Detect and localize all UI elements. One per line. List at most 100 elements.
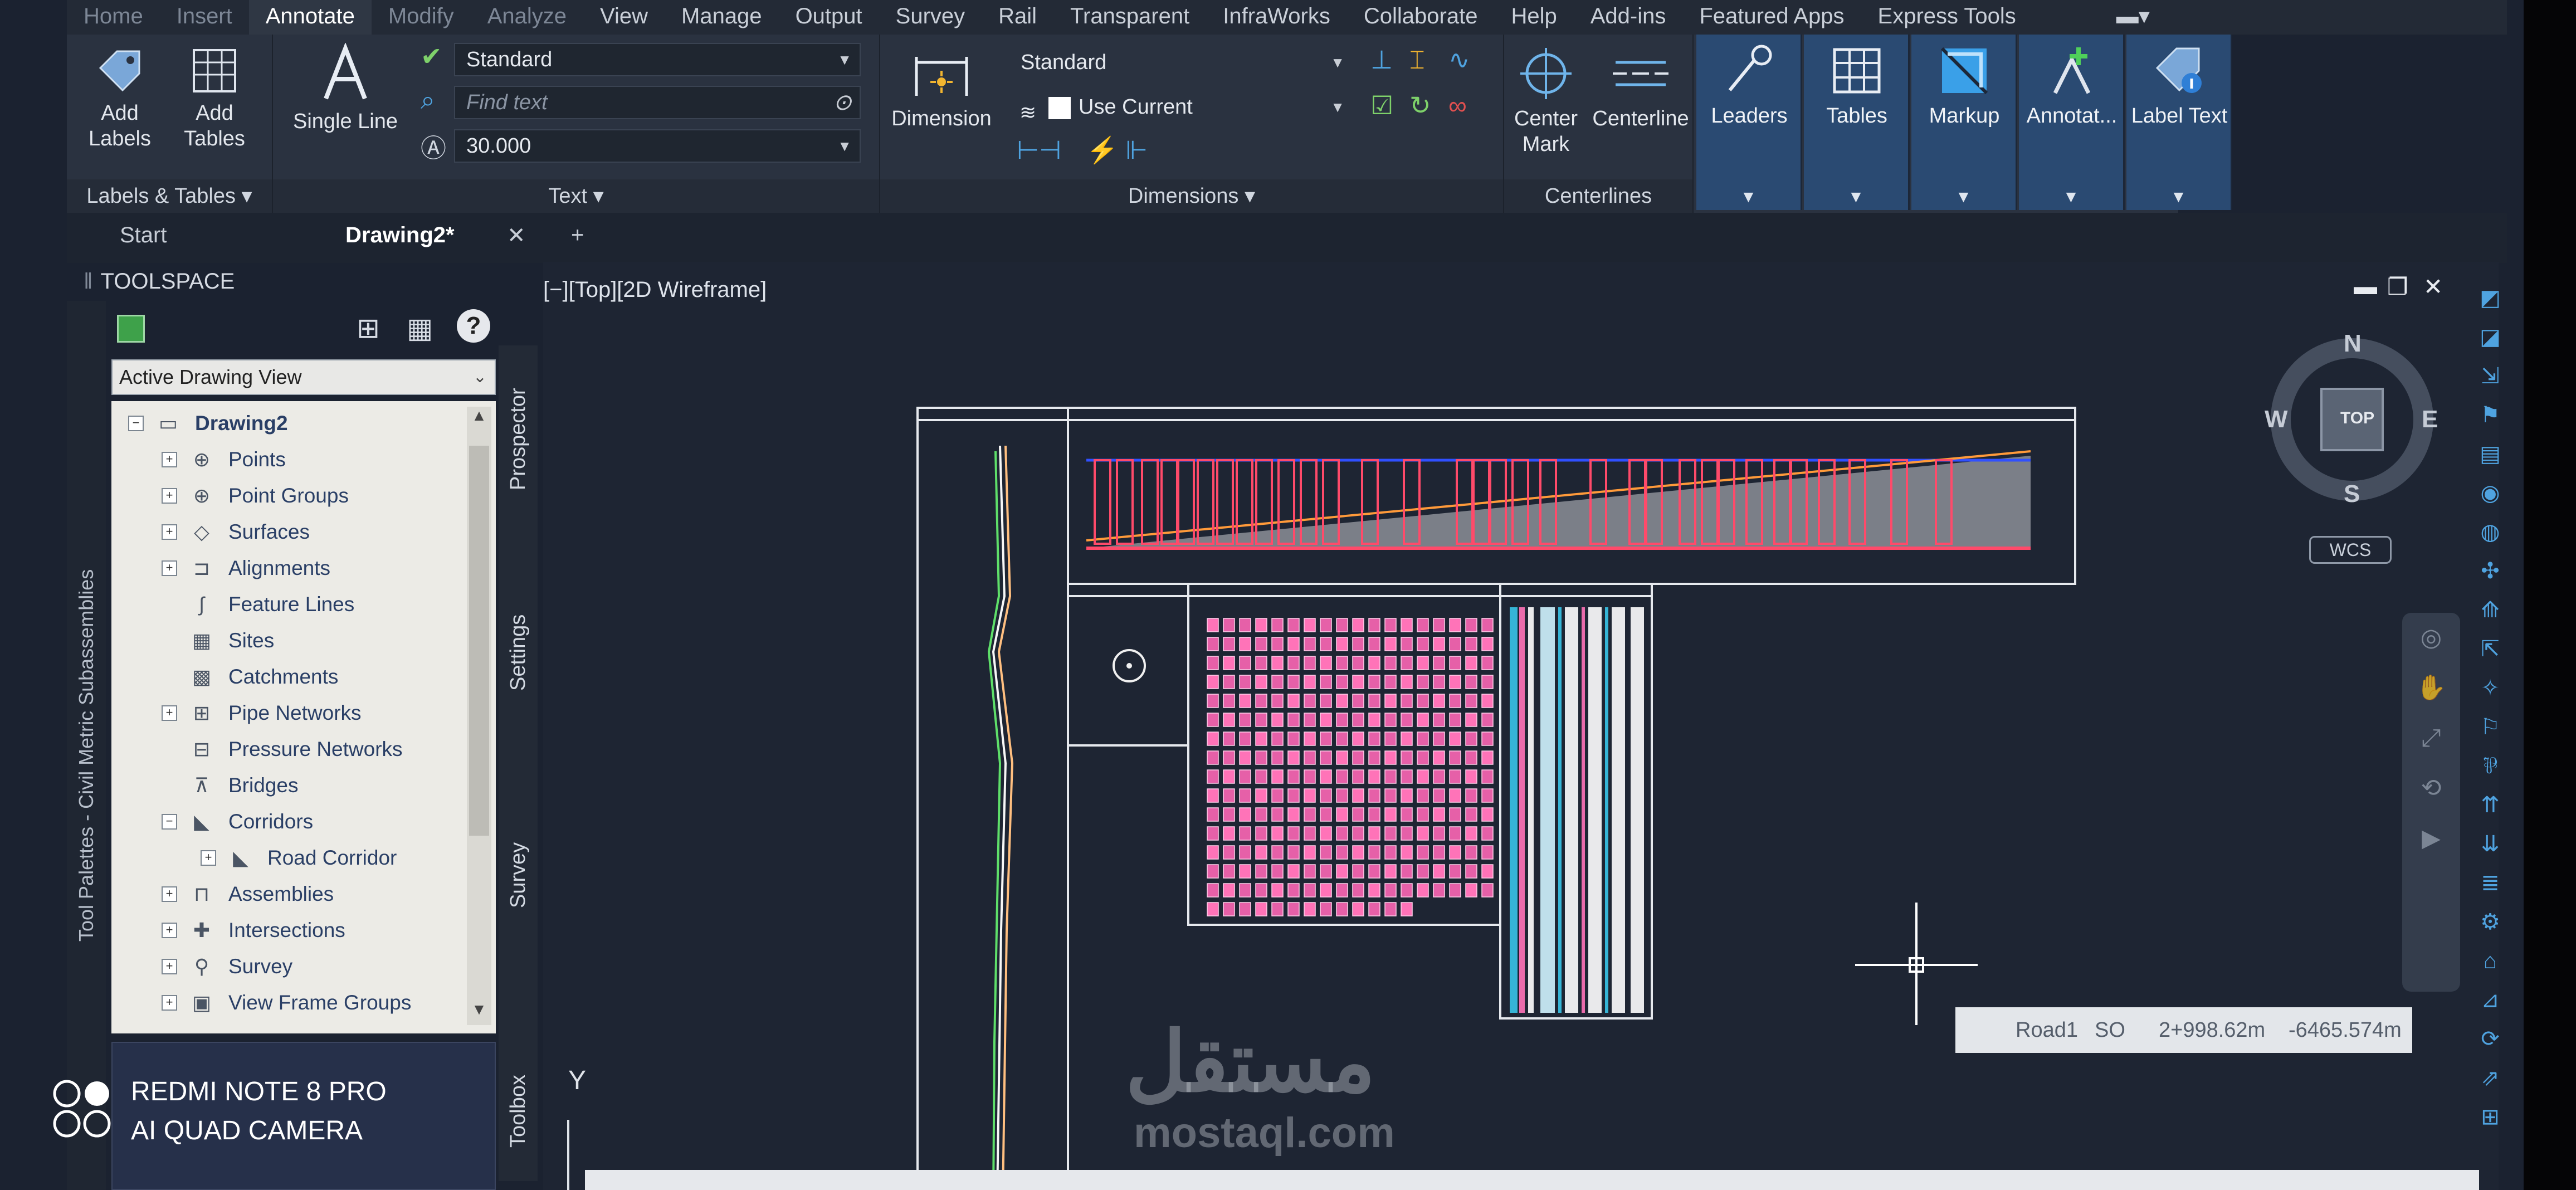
find-text-input[interactable]: Find text ⊙ <box>454 86 861 119</box>
chevron-down-icon[interactable]: ▼ <box>1911 188 2016 207</box>
tool-icon[interactable]: ⇈ <box>2473 788 2507 822</box>
tree-item[interactable]: + ✚ Intersections <box>111 913 468 948</box>
tool-icon[interactable]: ⟳ <box>2473 1022 2507 1056</box>
center-mark-button[interactable]: Center Mark <box>1504 46 1588 157</box>
tool-icon[interactable]: ◪ <box>2473 320 2507 354</box>
adjust-space-icon[interactable]: ⊥ <box>1370 45 1393 75</box>
steering-wheel-icon[interactable]: ◎ <box>2402 613 2460 663</box>
scrollbar-thumb[interactable] <box>469 446 489 836</box>
tree-item[interactable]: + ◇ Surfaces <box>111 514 468 550</box>
menu-view[interactable]: View <box>583 0 665 35</box>
tool-icon[interactable]: ⚑ <box>2473 398 2507 432</box>
markup-button[interactable]: Markup <box>1911 43 2017 129</box>
tree-item[interactable]: + ⊓ Assemblies <box>111 876 468 912</box>
collapse-icon[interactable]: − <box>128 416 144 431</box>
tree-item[interactable]: + ⊕ Point Groups <box>111 478 468 514</box>
panel-title-labels-tables[interactable]: Labels & Tables ▾ <box>67 179 272 213</box>
expand-icon[interactable]: + <box>162 488 177 504</box>
expand-icon[interactable]: + <box>162 886 177 902</box>
tool-icon[interactable]: ⅌ <box>2473 749 2507 783</box>
compass-east[interactable]: E <box>2422 406 2438 433</box>
tool-icon[interactable]: ⚐ <box>2473 710 2507 744</box>
tool-icon[interactable]: ⚙ <box>2473 905 2507 939</box>
tool-icon[interactable]: ⌂ <box>2473 944 2507 978</box>
side-tab-prospector[interactable]: Prospector <box>506 388 530 490</box>
menu-help[interactable]: Help <box>1494 0 1573 35</box>
single-line-text-button[interactable]: Single Line <box>284 43 407 134</box>
expand-icon[interactable]: + <box>162 959 177 974</box>
tree-item[interactable]: + ⊐ Alignments <box>111 550 468 586</box>
compass-west[interactable]: W <box>2265 406 2288 433</box>
expand-icon[interactable]: + <box>162 524 177 540</box>
tab-drawing2[interactable]: Drawing2* <box>345 223 455 248</box>
search-icon[interactable]: ⊙ <box>833 87 852 118</box>
tree-item[interactable]: + ⊞ Pipe Networks <box>111 695 468 731</box>
expand-icon[interactable]: + <box>162 705 177 721</box>
tool-icon[interactable]: ⊿ <box>2473 983 2507 1017</box>
quick-dim-icon[interactable]: ⚡ <box>1086 135 1118 165</box>
tree-item[interactable]: − ▭ Drawing2 <box>111 406 468 441</box>
menu-manage[interactable]: Manage <box>665 0 779 35</box>
chevron-down-icon[interactable]: ▼ <box>1804 188 1908 207</box>
scroll-down-icon[interactable]: ▼ <box>467 1001 491 1025</box>
menu-analyze[interactable]: Analyze <box>471 0 583 35</box>
menu-home[interactable]: Home <box>67 0 160 35</box>
menu-rail[interactable]: Rail <box>982 0 1053 35</box>
panel-title-text[interactable]: Text ▾ <box>273 179 879 213</box>
tool-icon[interactable]: ⇊ <box>2473 827 2507 861</box>
tool-icon[interactable]: ⟰ <box>2473 593 2507 627</box>
tree-item[interactable]: ∫ Feature Lines <box>111 587 468 622</box>
reassociate-icon[interactable]: ∞ <box>1448 90 1467 120</box>
workspace-switch-icon[interactable]: ▬▾ <box>2100 0 2167 35</box>
inspect-icon[interactable]: ☑ <box>1370 90 1393 120</box>
chevron-down-icon[interactable]: ▼ <box>1696 188 1801 207</box>
item-view-icon[interactable]: ⊞ <box>357 312 380 344</box>
text-height-select[interactable]: 30.000 ▼ <box>454 129 861 163</box>
menu-featured-apps[interactable]: Featured Apps <box>1682 0 1861 35</box>
expand-icon[interactable]: + <box>162 560 177 576</box>
label-text-button[interactable]: Label Text <box>2126 43 2232 129</box>
side-tab-settings[interactable]: Settings <box>506 614 530 691</box>
view-mode-select[interactable]: Active Drawing View ⌄ <box>111 359 496 395</box>
add-labels-button[interactable]: Add Labels <box>78 46 162 152</box>
linear-dim-icon[interactable]: ⊢⊣ <box>1017 135 1061 165</box>
menu-transparent[interactable]: Transparent <box>1053 0 1206 35</box>
side-tab-survey[interactable]: Survey <box>506 842 530 908</box>
break-dim-icon[interactable]: ⌶ <box>1409 45 1425 76</box>
tree-item[interactable]: ▩ Catchments <box>111 659 468 695</box>
jog-icon[interactable]: ∿ <box>1448 45 1470 75</box>
menu-annotate[interactable]: Annotate <box>248 0 372 35</box>
tool-icon[interactable]: ◩ <box>2473 281 2507 315</box>
tool-icon[interactable]: ▤ <box>2473 437 2507 471</box>
tool-icon[interactable]: ⇲ <box>2473 359 2507 393</box>
orbit-icon[interactable]: ⟲ <box>2402 763 2460 813</box>
chevron-down-icon[interactable]: ▼ <box>2019 188 2123 207</box>
centerline-button[interactable]: Centerline <box>1588 46 1694 131</box>
tool-icon[interactable]: ≣ <box>2473 866 2507 900</box>
collapse-icon[interactable]: − <box>162 814 177 830</box>
menu-survey[interactable]: Survey <box>879 0 982 35</box>
tool-icon[interactable]: ✧ <box>2473 671 2507 705</box>
grip-icon[interactable]: ‖ <box>84 269 93 294</box>
tool-icon[interactable]: ⇗ <box>2473 1061 2507 1095</box>
compass-south[interactable]: S <box>2344 480 2360 508</box>
tables-button[interactable]: Tables <box>1804 43 1910 129</box>
markup-panel[interactable]: Markup ▼ <box>1911 35 2017 210</box>
expand-icon[interactable]: + <box>162 995 177 1011</box>
wcs-menu[interactable]: WCS <box>2309 536 2392 564</box>
leaders-panel[interactable]: Leaders ▼ <box>1696 35 1802 210</box>
menu-collaborate[interactable]: Collaborate <box>1347 0 1495 35</box>
menu-add-ins[interactable]: Add-ins <box>1574 0 1683 35</box>
command-line-strip[interactable] <box>585 1170 2479 1190</box>
tool-palette-strip[interactable]: Tool Palettes - Civil Metric Subassembli… <box>67 301 106 1190</box>
continue-dim-icon[interactable]: ⊩ <box>1125 135 1148 165</box>
pan-hand-icon[interactable]: ✋ <box>2402 663 2460 713</box>
tables-panel[interactable]: Tables ▼ <box>1804 35 1910 210</box>
compass-north[interactable]: N <box>2344 330 2362 358</box>
panel-title-dimensions[interactable]: Dimensions ▾ <box>880 179 1503 213</box>
tree-item[interactable]: ⊟ Pressure Networks <box>111 731 468 767</box>
panel-toggle-icon[interactable]: ▦ <box>407 312 433 344</box>
menu-infraworks[interactable]: InfraWorks <box>1206 0 1347 35</box>
tool-icon[interactable]: ◍ <box>2473 515 2507 549</box>
annotate-panel[interactable]: Annotat... ▼ <box>2019 35 2125 210</box>
